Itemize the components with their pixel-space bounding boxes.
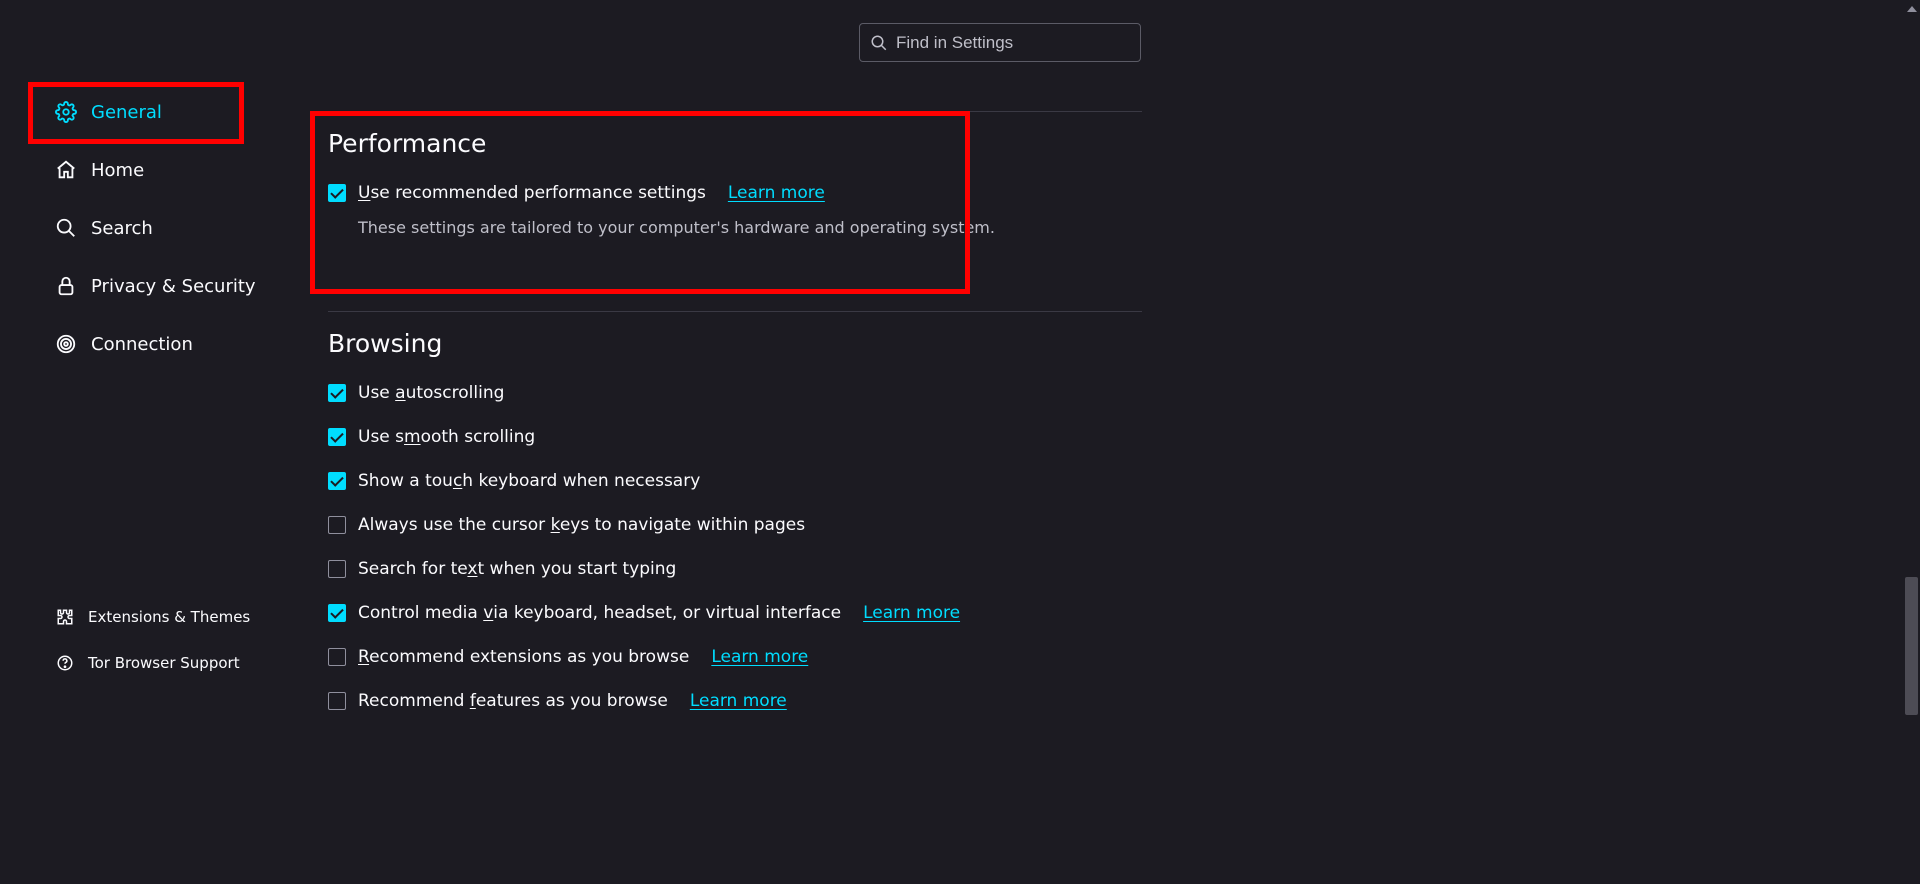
browsing-option-search-typing: Search for text when you start typing xyxy=(328,558,1142,580)
performance-description: These settings are tailored to your comp… xyxy=(358,218,1142,237)
lock-icon xyxy=(55,275,77,297)
sidebar-item-label: Search xyxy=(91,218,153,239)
browsing-option-rec-features: Recommend features as you browse Learn mo… xyxy=(328,690,1142,712)
browsing-title: Browsing xyxy=(328,329,1142,358)
cursor-keys-checkbox[interactable] xyxy=(328,516,346,534)
browsing-section: Browsing Use autoscrolling Use smooth scr… xyxy=(328,329,1142,734)
media-control-learn-more-link[interactable]: Learn more xyxy=(863,602,960,624)
settings-search[interactable] xyxy=(859,23,1141,62)
autoscroll-label: Use autoscrolling xyxy=(358,382,504,404)
smooth-label: Use smooth scrolling xyxy=(358,426,535,448)
sidebar-item-connection[interactable]: Connection xyxy=(43,322,273,366)
rec-features-label: Recommend features as you browse xyxy=(358,690,668,712)
sidebar-item-label: Connection xyxy=(91,334,193,355)
gear-icon xyxy=(55,101,77,123)
sidebar-item-label: General xyxy=(91,102,162,123)
browsing-option-rec-extensions: Recommend extensions as you browse Learn … xyxy=(328,646,1142,668)
browsing-option-media-control: Control media via keyboard, headset, or … xyxy=(328,602,1142,624)
browsing-option-touch-kb: Show a touch keyboard when necessary xyxy=(328,470,1142,492)
search-icon xyxy=(870,34,888,52)
search-typing-checkbox[interactable] xyxy=(328,560,346,578)
performance-section: Performance Use recommended performance … xyxy=(328,129,1142,237)
sidebar-item-label: Home xyxy=(91,160,144,181)
sidebar-item-home[interactable]: Home xyxy=(43,148,273,192)
onion-icon xyxy=(55,333,77,355)
settings-sidebar: General Home Search Privacy & Security C… xyxy=(43,90,273,380)
performance-title: Performance xyxy=(328,129,1142,158)
scrollbar-track[interactable] xyxy=(1903,0,1920,884)
sidebar-item-general[interactable]: General xyxy=(43,90,273,134)
sidebar-item-privacy[interactable]: Privacy & Security xyxy=(43,264,273,308)
sidebar-extensions-link[interactable]: Extensions & Themes xyxy=(56,601,286,633)
help-icon xyxy=(56,654,74,672)
rec-features-checkbox[interactable] xyxy=(328,692,346,710)
rec-extensions-checkbox[interactable] xyxy=(328,648,346,666)
touch-kb-label: Show a touch keyboard when necessary xyxy=(358,470,700,492)
divider xyxy=(328,111,1142,112)
sidebar-bottom: Extensions & Themes Tor Browser Support xyxy=(56,601,286,693)
autoscroll-checkbox[interactable] xyxy=(328,384,346,402)
touch-kb-checkbox[interactable] xyxy=(328,472,346,490)
divider xyxy=(328,311,1142,312)
media-control-checkbox[interactable] xyxy=(328,604,346,622)
use-recommended-label: Use recommended performance settings xyxy=(358,182,706,204)
sidebar-item-label: Privacy & Security xyxy=(91,276,256,297)
rec-extensions-label: Recommend extensions as you browse xyxy=(358,646,689,668)
sidebar-bottom-label: Extensions & Themes xyxy=(88,608,250,626)
search-input[interactable] xyxy=(896,33,1130,53)
browsing-option-smooth: Use smooth scrolling xyxy=(328,426,1142,448)
magnifier-icon xyxy=(55,217,77,239)
smooth-checkbox[interactable] xyxy=(328,428,346,446)
browsing-option-cursor-keys: Always use the cursor keys to navigate w… xyxy=(328,514,1142,536)
scroll-up-button[interactable] xyxy=(1903,0,1920,17)
home-icon xyxy=(55,159,77,181)
media-control-label: Control media via keyboard, headset, or … xyxy=(358,602,841,624)
use-recommended-checkbox[interactable] xyxy=(328,184,346,202)
scrollbar-thumb[interactable] xyxy=(1905,577,1918,715)
rec-features-learn-more-link[interactable]: Learn more xyxy=(690,690,787,712)
cursor-keys-label: Always use the cursor keys to navigate w… xyxy=(358,514,805,536)
search-typing-label: Search for text when you start typing xyxy=(358,558,676,580)
sidebar-support-link[interactable]: Tor Browser Support xyxy=(56,647,286,679)
sidebar-item-search[interactable]: Search xyxy=(43,206,273,250)
browsing-option-autoscroll: Use autoscrolling xyxy=(328,382,1142,404)
performance-learn-more-link[interactable]: Learn more xyxy=(728,182,825,204)
sidebar-bottom-label: Tor Browser Support xyxy=(88,654,240,672)
rec-extensions-learn-more-link[interactable]: Learn more xyxy=(711,646,808,668)
puzzle-icon xyxy=(56,608,74,626)
